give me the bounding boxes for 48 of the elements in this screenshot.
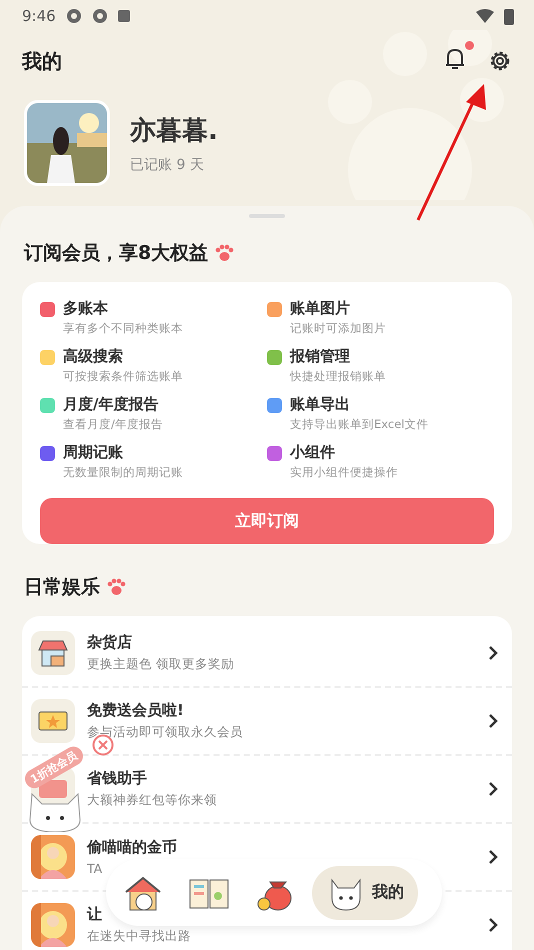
shop-icon bbox=[37, 638, 69, 668]
item-title: 省钱助手 bbox=[87, 769, 148, 788]
chevron-right-icon bbox=[488, 713, 498, 729]
paw-icon bbox=[106, 578, 126, 596]
item-subtitle: 参与活动即可领取永久会员 bbox=[87, 724, 244, 741]
section-title: 日常娱乐 bbox=[24, 575, 100, 600]
item-title: 偷喵喵的金币 bbox=[87, 838, 178, 857]
days-recorded: 已记账 9 天 bbox=[130, 156, 205, 174]
feature-description: 记账时可添加图片 bbox=[290, 321, 386, 336]
chevron-right-icon bbox=[488, 849, 498, 865]
item-subtitle: 更换主题色 领取更多奖励 bbox=[87, 656, 235, 673]
bell-icon[interactable] bbox=[444, 47, 466, 71]
feature-description: 享有多个不同种类账本 bbox=[63, 321, 183, 336]
feature-description: 可按搜索条件筛选账单 bbox=[63, 369, 183, 384]
item-subtitle: 在迷失中寻找出路 bbox=[87, 928, 192, 945]
item-title: 杂货店 bbox=[87, 633, 133, 652]
feature-description: 实用小组件便捷操作 bbox=[290, 465, 398, 480]
settings-icon[interactable] bbox=[488, 49, 512, 73]
battery-icon bbox=[504, 7, 514, 25]
feature-name: 月度/年度报告 bbox=[63, 395, 160, 414]
selected-nav-tab[interactable]: 我的 bbox=[312, 866, 418, 920]
feature-description: 无数量限制的周期记账 bbox=[63, 465, 183, 480]
feature-name: 报销管理 bbox=[290, 347, 351, 366]
chevron-right-icon bbox=[488, 781, 498, 797]
section-title: 订阅会员，享8大权益 bbox=[24, 241, 208, 266]
chevron-right-icon bbox=[488, 917, 498, 933]
nav-label: 我的 bbox=[372, 882, 404, 903]
feature-description: 支持导出账单到Excel文件 bbox=[290, 417, 428, 432]
wifi-icon bbox=[476, 9, 494, 23]
page-title: 我的 bbox=[22, 48, 63, 74]
feature-name: 小组件 bbox=[290, 443, 336, 462]
item-subtitle: 大额神券红包等你来领 bbox=[87, 792, 218, 809]
app-notification-icon bbox=[66, 8, 82, 24]
feature-name: 账单图片 bbox=[290, 299, 351, 318]
status-time: 9:46 bbox=[22, 7, 56, 25]
feature-name: 高级搜索 bbox=[63, 347, 124, 366]
paw-icon bbox=[214, 244, 234, 262]
feature-name: 多账本 bbox=[63, 299, 109, 318]
app-notification-icon bbox=[92, 8, 108, 24]
item-title: 免费送会员啦! bbox=[87, 701, 185, 720]
item-subtitle: TA bbox=[87, 861, 104, 876]
feature-description: 快捷处理报销账单 bbox=[290, 369, 386, 384]
item-title: 让 bbox=[87, 905, 103, 924]
chevron-right-icon bbox=[488, 645, 498, 661]
feature-name: 账单导出 bbox=[290, 395, 351, 414]
feature-name: 周期记账 bbox=[63, 443, 124, 462]
user-name: 亦暮暮. bbox=[130, 114, 218, 148]
feature-description: 查看月度/年度报告 bbox=[63, 417, 163, 432]
